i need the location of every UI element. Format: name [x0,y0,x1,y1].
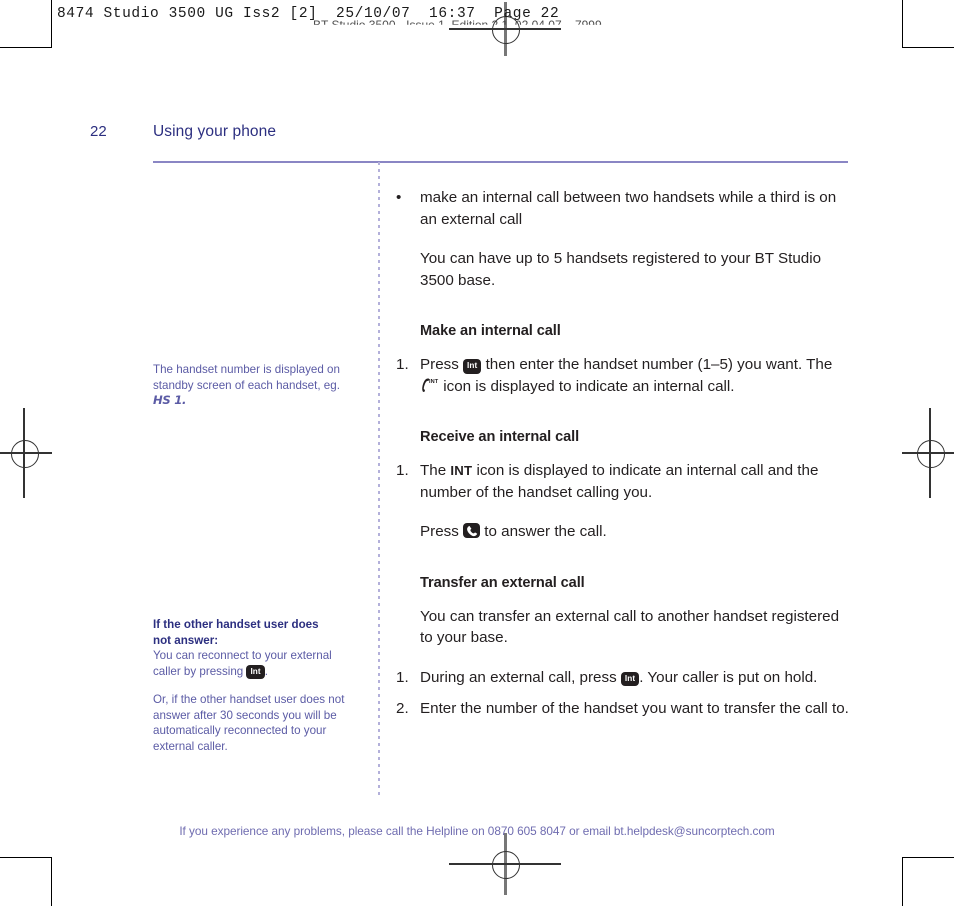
sidebar-note-no-answer: If the other handset user does not answe… [153,617,359,754]
step-text-part3: icon is displayed to indicate an interna… [439,377,735,395]
intro-paragraph: You can have up to 5 handsets registered… [420,250,822,289]
note-line-1: The handset number is displayed on [153,363,340,376]
step-text: During an external call, press Int. Your… [420,667,854,689]
note-heading-line-1: If the other handset user does [153,618,319,631]
int-key-icon: Int [246,664,265,680]
note-paragraph-auto-reconnect: Or, if the other handset user does not a… [153,693,345,753]
step-make-internal-1: 1. Press Int then enter the handset numb… [396,354,854,397]
transfer-paragraph-block: You can transfer an external call to ano… [396,606,854,649]
note-paragraph-reconnect: You can reconnect to your external calle… [153,648,359,680]
step-transfer-2: 2. Enter the number of the handset you w… [396,698,854,720]
step-text: The INT icon is displayed to indicate an… [420,460,854,503]
step-text: Enter the number of the handset you want… [420,700,849,717]
sidebar-note-handset-number: The handset number is displayed on stand… [153,362,359,409]
crop-mark-bottom-right [902,857,954,906]
step-text-part2: then enter the handset number (1–5) you … [481,356,833,373]
int-key-icon: Int [463,359,482,374]
press-text-part1: Press [420,523,464,540]
footer-helpline: If you experience any problems, please c… [179,824,775,838]
int-indicator-label: INT [450,463,473,478]
page-number: 22 [90,123,107,140]
note-reconnect-text-after: . [264,664,268,678]
registration-mark-bottom [449,833,561,895]
internal-call-handset-icon: INT [420,377,439,393]
step-receive-internal-1: 1. The INT icon is displayed to indicate… [396,460,854,503]
section-heading-receive-internal-call: Receive an internal call [420,429,580,445]
step-marker: 1. [396,462,409,479]
press-to-answer-text: Press to answer the call. [420,521,854,543]
crop-mark-bottom-left [0,857,52,906]
talk-key-icon [463,523,481,538]
note-heading-line-2: not answer: [153,633,219,647]
int-key-icon: Int [620,671,640,687]
step-text-part1: Press [420,356,464,373]
step-text-part1: During an external call, press [420,668,621,686]
bullet-item: • make an internal call between two hand… [396,187,854,230]
crop-mark-top-left [0,0,52,48]
bullet-marker: • [396,189,402,206]
header-rule [153,161,848,163]
step-marker: 1. [396,668,409,686]
column-divider [378,162,380,799]
main-content: • make an internal call between two hand… [396,187,854,720]
page-title: Using your phone [153,123,277,140]
registration-mark-right [902,408,954,498]
intro-paragraph-block: You can have up to 5 handsets registered… [396,248,854,291]
press-text-part2: to answer the call. [480,523,607,540]
step-text-part1: The [420,462,451,479]
note-line-2: standby screen of each handset, eg. [153,378,340,392]
step-transfer-1: 1. During an external call, press Int. Y… [396,667,854,689]
section-heading-transfer-external-call: Transfer an external call [420,574,585,591]
internal-call-icon-subscript: INT [429,379,439,385]
registration-mark-left [0,408,52,498]
step-marker: 1. [396,356,409,373]
note-reconnect-text-before: You can reconnect to your external calle… [153,649,332,678]
step-text: Press Int then enter the handset number … [420,354,854,397]
step-marker: 2. [396,700,409,717]
step-text-part2: . Your caller is put on hold. [639,668,818,686]
bullet-text: make an internal call between two handse… [420,189,837,228]
step-text-part2: icon is displayed to indicate an interna… [420,462,819,501]
section-heading-make-internal-call: Make an internal call [420,323,561,339]
note-handset-example: HS 1. [153,393,187,407]
press-to-answer-block: Press to answer the call. [396,521,854,543]
crop-mark-top-right [902,0,954,48]
transfer-paragraph: You can transfer an external call to ano… [420,607,840,647]
